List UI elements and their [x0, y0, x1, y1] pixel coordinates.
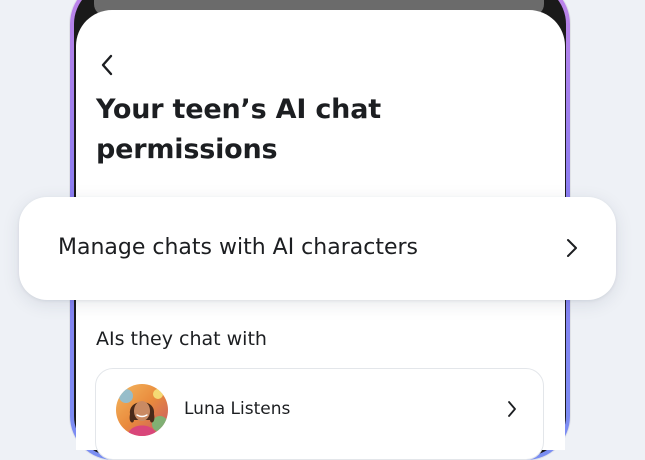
back-button[interactable] — [96, 52, 118, 78]
chevron-left-icon — [101, 54, 113, 76]
ai-section-heading: AIs they chat with — [96, 328, 267, 350]
ai-name: Luna Listens — [184, 399, 291, 419]
avatar — [116, 384, 168, 436]
avatar-image — [116, 384, 168, 436]
page-title: Your teen’s AI chat permissions — [96, 94, 381, 165]
manage-ai-chats-label: Manage chats with AI characters — [58, 235, 418, 260]
manage-ai-chats-button[interactable]: Manage chats with AI characters — [19, 197, 616, 300]
ai-list-item-luna-listens[interactable]: Luna Listens — [96, 369, 543, 449]
chevron-right-icon — [567, 239, 577, 257]
chevron-right-icon — [508, 401, 516, 417]
ai-list: Luna Listens — [95, 368, 544, 460]
